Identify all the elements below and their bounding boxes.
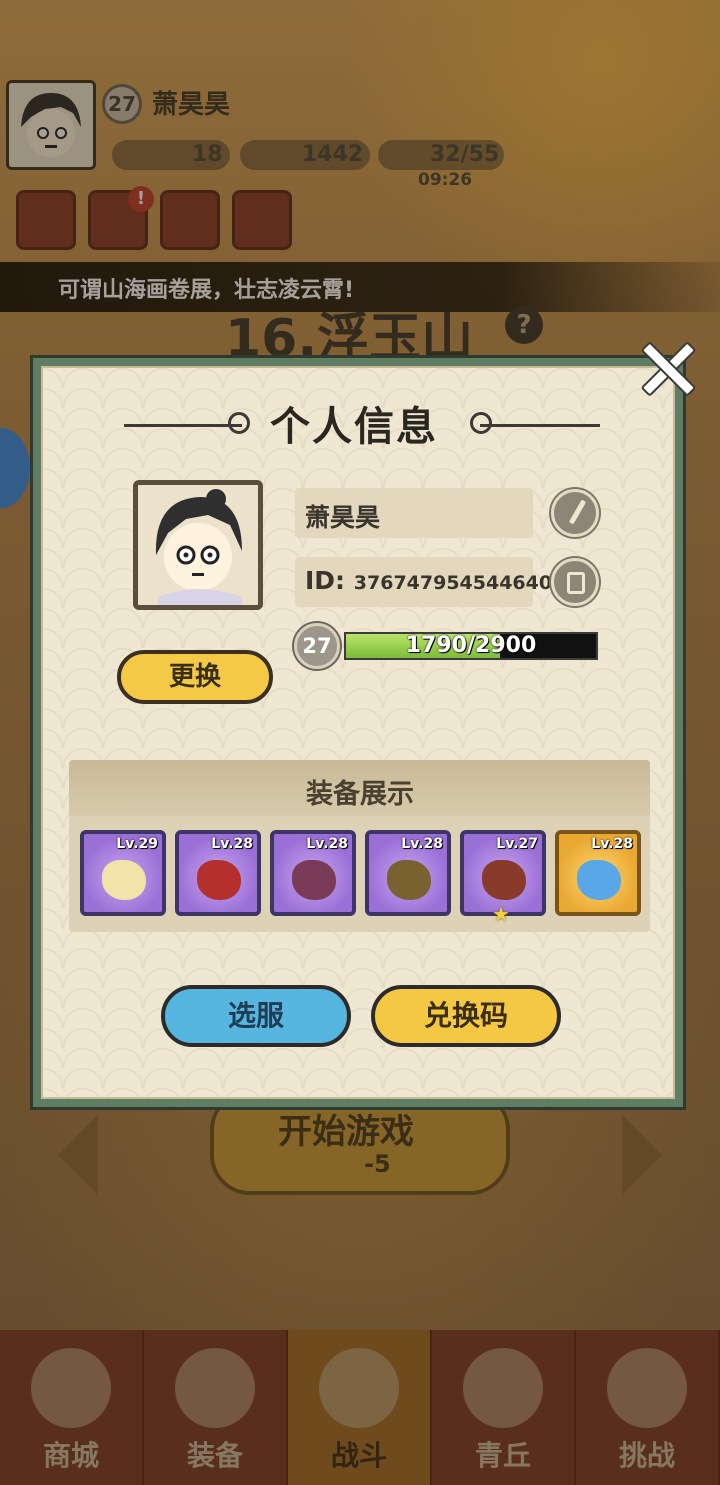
edit-name-button[interactable] <box>551 489 599 537</box>
equipment-level: Lv.28 <box>401 836 443 852</box>
profile-level-badge: 27 <box>294 623 340 669</box>
equipment-level: Lv.28 <box>306 836 348 852</box>
change-avatar-button[interactable]: 更换 <box>117 650 273 704</box>
profile-name: 萧昊昊 <box>305 503 381 532</box>
equipment-item-icon <box>482 860 526 900</box>
xp-progress-bar: 1790/2900 <box>344 632 598 660</box>
dialog-title: 个人信息 <box>270 404 438 450</box>
id-value: 376747954544640 <box>353 572 553 594</box>
copy-icon <box>567 572 585 594</box>
equipment-item-icon <box>102 860 146 900</box>
select-server-button[interactable]: 选服 <box>161 985 351 1047</box>
equipment-level: Lv.28 <box>211 836 253 852</box>
profile-id: ID: 376747954544640 <box>305 566 552 595</box>
equipment-item-icon <box>387 860 431 900</box>
equipment-slot[interactable]: Lv.28 <box>365 830 451 916</box>
title-ornament-right <box>480 424 600 427</box>
equipment-level: Lv.28 <box>591 836 633 852</box>
id-label: ID: <box>305 566 346 595</box>
title-curl-right <box>470 412 492 434</box>
equipment-slot[interactable]: Lv.28 <box>270 830 356 916</box>
profile-dialog <box>30 355 686 1110</box>
close-icon[interactable] <box>638 338 694 394</box>
redeem-code-button[interactable]: 兑换码 <box>371 985 561 1047</box>
equipment-item-icon <box>577 860 621 900</box>
profile-avatar <box>133 480 263 610</box>
equipment-slot[interactable]: Lv.28 <box>175 830 261 916</box>
pencil-icon <box>568 499 587 525</box>
equipment-level: Lv.29 <box>116 836 158 852</box>
equipment-slot[interactable]: Lv.29 <box>80 830 166 916</box>
xp-progress-text: 1790/2900 <box>405 633 537 658</box>
profile-dialog-body <box>41 366 675 1099</box>
title-ornament-left <box>124 424 242 427</box>
equipment-level: Lv.27 <box>496 836 538 852</box>
equipment-item-icon <box>292 860 336 900</box>
equipment-slot[interactable]: Lv.28 <box>555 830 641 916</box>
star-icon: ★ <box>492 902 510 926</box>
equipment-item-icon <box>197 860 241 900</box>
copy-id-button[interactable] <box>551 558 599 606</box>
equipment-title: 装备展示 <box>306 779 414 810</box>
title-curl-left <box>228 412 250 434</box>
